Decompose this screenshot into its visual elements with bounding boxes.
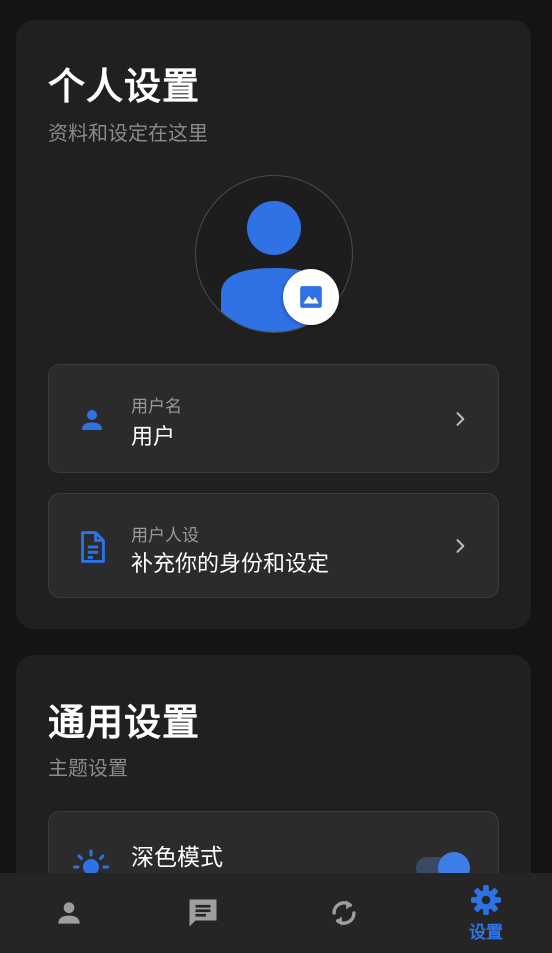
chat-icon (189, 899, 217, 927)
nav-item-settings-label: 设置 (469, 923, 503, 943)
sync-icon (332, 900, 356, 926)
personal-settings-card: 个人设置 资料和设定在这里 用户名 用户 用户人设 补充你的身份和设定 (16, 20, 531, 629)
gear-icon (471, 885, 501, 915)
chevron-right-icon (450, 409, 470, 433)
general-settings-title: 通用设置 (48, 701, 200, 744)
username-value: 用户 (131, 425, 176, 450)
avatar-edit-button[interactable] (283, 269, 339, 325)
app-screen: 个人设置 资料和设定在这里 用户名 用户 用户人设 补充你的身份和设定 通用设置… (0, 0, 552, 953)
persona-value: 补充你的身份和设定 (131, 552, 330, 577)
nav-item-chat[interactable] (134, 873, 272, 953)
image-icon (300, 286, 322, 308)
nav-item-profile[interactable] (0, 873, 138, 953)
personal-settings-subtitle: 资料和设定在这里 (48, 121, 208, 145)
persona-label: 用户人设 (131, 526, 199, 546)
username-row[interactable]: 用户名 用户 (48, 364, 499, 473)
chevron-right-icon (450, 536, 470, 560)
nav-item-sync[interactable] (275, 873, 413, 953)
person-icon (58, 902, 80, 924)
persona-row[interactable]: 用户人设 补充你的身份和设定 (48, 493, 499, 598)
username-label: 用户名 (131, 397, 182, 417)
document-icon (77, 530, 109, 568)
dark-mode-label: 深色模式 (131, 845, 223, 871)
bottom-nav: 设置 (0, 873, 552, 953)
nav-item-settings[interactable]: 设置 (417, 873, 552, 953)
personal-settings-title: 个人设置 (48, 65, 200, 108)
person-icon (77, 405, 107, 439)
theme-settings-subtitle: 主题设置 (48, 756, 128, 780)
